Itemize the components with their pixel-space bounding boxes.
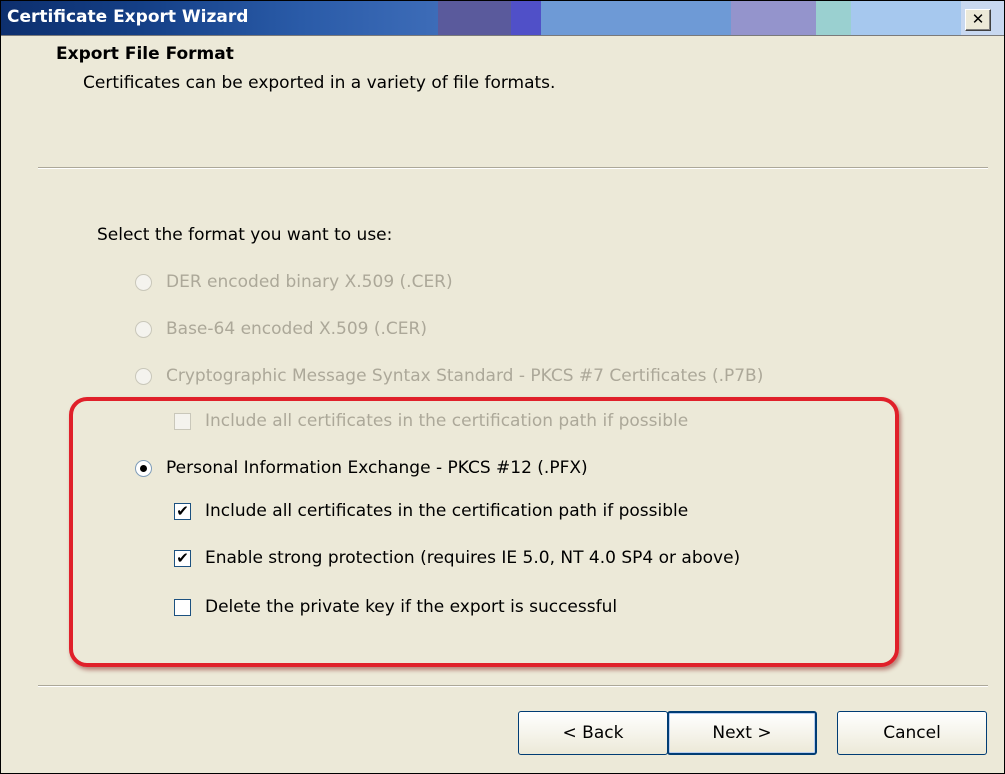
radio-button[interactable] xyxy=(135,320,152,338)
radio-dot-icon xyxy=(140,464,147,472)
radio-button-selected[interactable] xyxy=(135,459,152,477)
checkbox[interactable] xyxy=(174,412,191,430)
radio-pkcs7[interactable]: Cryptographic Message Syntax Standard - … xyxy=(135,366,763,386)
radio-base64[interactable]: Base-64 encoded X.509 (.CER) xyxy=(135,319,427,339)
highlight-annotation xyxy=(69,397,899,667)
radio-base64-label: Base-64 encoded X.509 (.CER) xyxy=(166,319,427,339)
title-bar[interactable]: Certificate Export Wizard ✕ xyxy=(1,1,1004,36)
radio-button[interactable] xyxy=(135,367,152,385)
checkbox-pfx-include-label: Include all certificates in the certific… xyxy=(205,501,689,521)
wizard-window: Certificate Export Wizard ✕ Export File … xyxy=(0,0,1005,774)
back-button[interactable]: < Back xyxy=(518,711,668,755)
format-prompt: Select the format you want to use: xyxy=(97,225,393,245)
window-title: Certificate Export Wizard xyxy=(7,7,249,27)
checkbox-pkcs7-include[interactable]: Include all certificates in the certific… xyxy=(174,411,688,431)
checkbox-strong-protection[interactable]: ✔ Enable strong protection (requires IE … xyxy=(174,548,740,568)
radio-der[interactable]: DER encoded binary X.509 (.CER) xyxy=(135,272,453,292)
next-button[interactable]: Next > xyxy=(667,711,817,755)
checkbox-pfx-include[interactable]: ✔ Include all certificates in the certif… xyxy=(174,501,688,521)
close-icon: ✕ xyxy=(971,10,985,28)
radio-button[interactable] xyxy=(135,273,152,291)
checkbox-checked[interactable]: ✔ xyxy=(174,549,191,567)
checkbox[interactable] xyxy=(174,598,191,616)
header-divider xyxy=(38,167,988,169)
page-subtitle: Certificates can be exported in a variet… xyxy=(83,73,556,93)
footer-divider xyxy=(38,685,988,687)
checkbox-delete-key[interactable]: Delete the private key if the export is … xyxy=(174,597,617,617)
radio-pfx[interactable]: Personal Information Exchange - PKCS #12… xyxy=(135,458,588,478)
radio-pkcs7-label: Cryptographic Message Syntax Standard - … xyxy=(166,366,764,386)
close-button[interactable]: ✕ xyxy=(965,9,991,31)
checkbox-pkcs7-include-label: Include all certificates in the certific… xyxy=(205,411,689,431)
checkbox-delete-key-label: Delete the private key if the export is … xyxy=(205,597,618,617)
checkbox-strong-protection-label: Enable strong protection (requires IE 5.… xyxy=(205,548,741,568)
checkbox-checked[interactable]: ✔ xyxy=(174,502,191,520)
radio-pfx-label: Personal Information Exchange - PKCS #12… xyxy=(166,458,588,478)
page-title: Export File Format xyxy=(56,44,234,64)
cancel-button[interactable]: Cancel xyxy=(837,711,987,755)
radio-der-label: DER encoded binary X.509 (.CER) xyxy=(166,272,453,292)
